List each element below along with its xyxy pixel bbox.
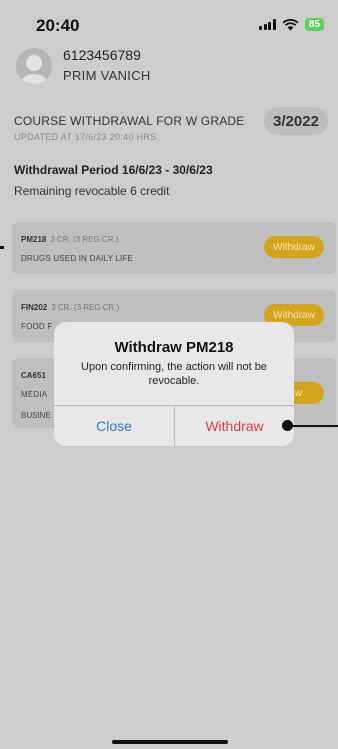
course-code-line: PM218 3 CR. (3 REG CR.): [21, 235, 118, 244]
signal-icon: [259, 19, 276, 30]
remaining-credit: Remaining revocable 6 credit: [14, 184, 170, 198]
course-code: PM218: [21, 235, 47, 244]
confirm-withdraw-button[interactable]: Withdraw: [175, 406, 294, 446]
screen: 20:40 85 6123456789 PRIM VANICH COURSE W…: [0, 0, 338, 749]
course-code-line: FIN202 3 CR. (3 REG CR.): [21, 303, 119, 312]
course-code: CA651: [21, 371, 46, 380]
status-time: 20:40: [36, 16, 80, 35]
course-name-line2: BUSINE: [21, 411, 51, 420]
course-credit: 3 CR. (3 REG CR.): [50, 235, 119, 244]
withdraw-confirm-dialog: Withdraw PM218 Upon confirming, the acti…: [54, 322, 294, 446]
dialog-message: Upon confirming, the action will not be …: [81, 361, 267, 387]
page-title: COURSE WITHDRAWAL FOR W GRADE: [14, 114, 245, 128]
withdraw-button[interactable]: Withdraw: [264, 236, 324, 258]
updated-timestamp: UPDATED AT 17/6/23 20:40 HRS.: [14, 132, 160, 142]
status-icons: 85: [259, 18, 324, 31]
course-code-line: CA651: [21, 371, 50, 380]
avatar: [16, 48, 52, 84]
course-name: MEDIA: [21, 390, 48, 399]
annotation-line: [286, 425, 338, 427]
course-credit: 3 CR. (3 REG CR.): [51, 303, 120, 312]
course-name: DRUGS USED IN DAILY LIFE: [21, 254, 134, 263]
battery-icon: 85: [304, 18, 324, 31]
user-silhouette-icon: [16, 48, 52, 84]
withdrawal-period: Withdrawal Period 16/6/23 - 30/6/23: [14, 163, 213, 177]
annotation-dot: [282, 420, 293, 431]
home-indicator[interactable]: [112, 740, 228, 744]
course-code: FIN202: [21, 303, 48, 312]
wifi-icon: [282, 18, 299, 30]
dialog-title: Withdraw PM218: [114, 339, 234, 356]
course-name: FOOD F: [21, 322, 53, 331]
student-id: 6123456789: [63, 47, 141, 63]
course-card: PM218 3 CR. (3 REG CR.) DRUGS USED IN DAI…: [12, 222, 336, 274]
annotation-mark: [0, 246, 4, 249]
close-button[interactable]: Close: [54, 406, 174, 446]
student-name: PRIM VANICH: [63, 68, 151, 83]
term-badge[interactable]: 3/2022: [264, 107, 328, 135]
